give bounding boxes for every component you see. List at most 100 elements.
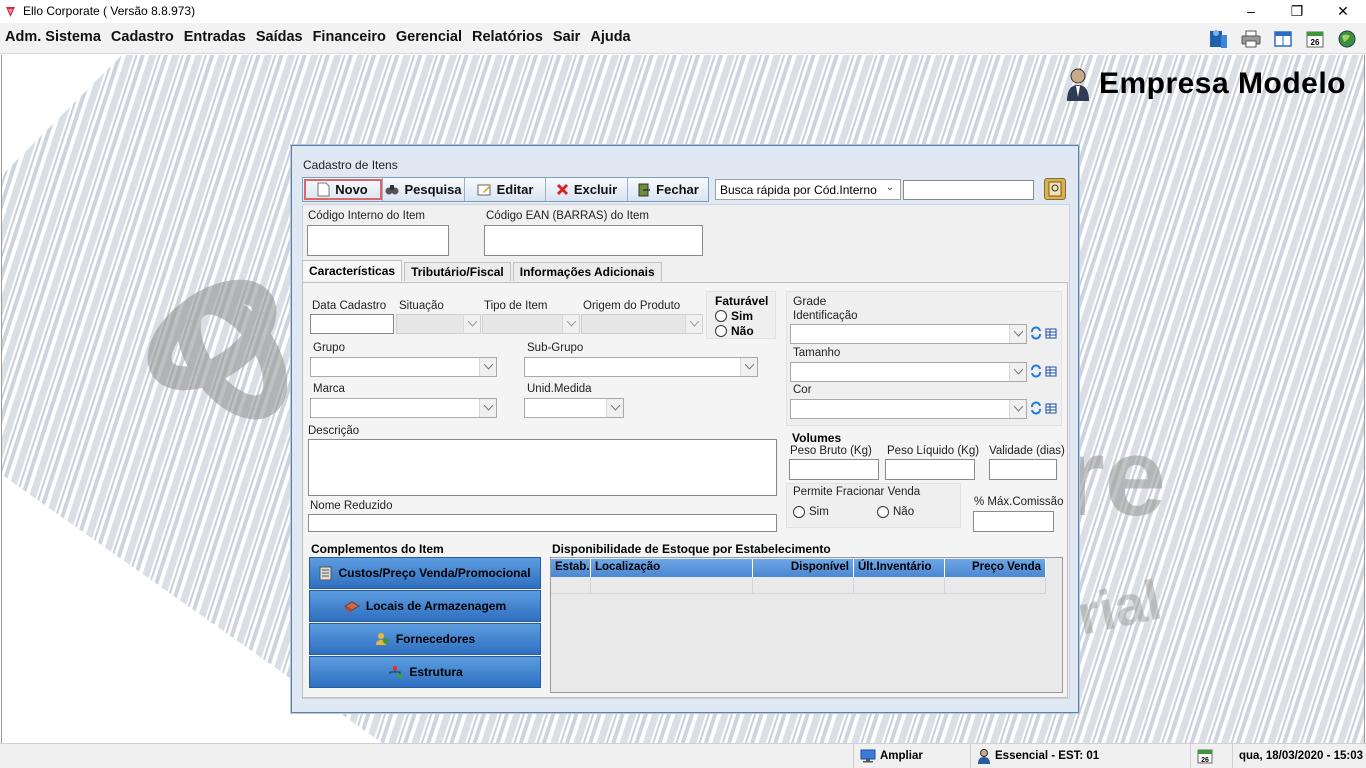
nome-reduzido-label: Nome Reduzido: [310, 500, 393, 512]
estoque-grid[interactable]: Estab. Localização Disponível Últ.Invent…: [550, 557, 1063, 693]
storage-box-icon: [343, 600, 360, 613]
col-ult-inventario[interactable]: Últ.Inventário: [854, 559, 945, 577]
tab-informacoes-adicionais[interactable]: Informações Adicionais: [512, 262, 662, 281]
refresh-cor-icon[interactable]: [1030, 401, 1042, 415]
estrutura-button[interactable]: Estrutura: [309, 656, 541, 688]
datetime-status: qua, 18/03/2020 - 15:03: [1232, 744, 1366, 768]
codigo-ean-input[interactable]: [484, 225, 703, 256]
minimize-button[interactable]: –: [1228, 0, 1274, 23]
tipo-item-label: Tipo de Item: [484, 300, 548, 312]
user-tool-icon[interactable]: [1206, 26, 1231, 52]
col-preco-venda[interactable]: Preço Venda: [945, 559, 1046, 577]
peso-bruto-input[interactable]: [789, 459, 879, 480]
refresh-tamanho-icon[interactable]: [1030, 364, 1042, 378]
novo-label: Novo: [335, 182, 368, 197]
codigo-ean-label: Código EAN (BARRAS) do Item: [486, 210, 649, 222]
refresh-identificacao-icon[interactable]: [1030, 326, 1042, 340]
novo-button[interactable]: Novo: [303, 178, 383, 201]
complementos-title: Complementos do Item: [311, 542, 444, 556]
pesquisa-button[interactable]: Pesquisa: [383, 178, 465, 201]
globe-icon[interactable]: [1334, 26, 1359, 52]
fracionar-nao-label: Não: [893, 506, 915, 518]
marca-select[interactable]: [310, 398, 497, 418]
close-button[interactable]: ✕: [1320, 0, 1366, 23]
unid-medida-select[interactable]: [524, 398, 624, 418]
col-estab[interactable]: Estab.: [551, 559, 591, 577]
chevron-down-icon: [483, 364, 493, 370]
dialog-title: Cadastro de Itens: [303, 158, 398, 172]
menu-adm-sistema[interactable]: Adm. Sistema: [0, 28, 106, 48]
peso-bruto-label: Peso Bruto (Kg): [790, 445, 872, 457]
quick-search-input[interactable]: [903, 180, 1034, 200]
grupo-select[interactable]: [310, 357, 497, 377]
menu-sair[interactable]: Sair: [548, 28, 585, 48]
validade-input[interactable]: [989, 459, 1057, 480]
edit-identificacao-icon[interactable]: [1045, 327, 1059, 339]
faturavel-nao-radio[interactable]: [715, 325, 727, 337]
table-row[interactable]: [551, 578, 1046, 594]
codigo-interno-input[interactable]: [307, 225, 449, 256]
delete-x-icon: [556, 183, 568, 196]
origem-produto-select[interactable]: [581, 314, 703, 334]
descricao-label: Descrição: [308, 425, 360, 437]
col-disponivel[interactable]: Disponível: [753, 559, 854, 577]
structure-tree-icon: [388, 666, 403, 678]
chevron-down-icon: [566, 321, 576, 327]
tab-tributario-fiscal[interactable]: Tributário/Fiscal: [404, 262, 511, 281]
nome-reduzido-input[interactable]: [308, 514, 777, 532]
menu-relatorios[interactable]: Relatórios: [467, 28, 548, 48]
situacao-label: Situação: [399, 300, 444, 312]
calendar-icon[interactable]: 26: [1302, 26, 1327, 52]
editar-button[interactable]: Editar: [465, 178, 546, 201]
window-layout-icon[interactable]: [1270, 26, 1295, 52]
col-localizacao[interactable]: Localização: [591, 559, 753, 577]
tamanho-label: Tamanho: [793, 347, 841, 359]
calendar-status-icon[interactable]: 26: [1190, 744, 1226, 768]
status-bar: Ampliar Essencial - EST: 01 26 qua, 18/0…: [0, 743, 1366, 768]
menu-ajuda[interactable]: Ajuda: [585, 28, 635, 48]
peso-liquido-input[interactable]: [885, 459, 975, 480]
menu-financeiro[interactable]: Financeiro: [308, 28, 391, 48]
data-cadastro-label: Data Cadastro: [312, 300, 387, 312]
locais-armazenagem-button[interactable]: Locais de Armazenagem: [309, 590, 541, 622]
edit-cor-icon[interactable]: [1045, 402, 1059, 414]
menu-entradas[interactable]: Entradas: [179, 28, 251, 48]
menu-gerencial[interactable]: Gerencial: [391, 28, 467, 48]
tamanho-select[interactable]: [790, 362, 1027, 382]
address-book-icon[interactable]: [1044, 178, 1066, 200]
menu-cadastro[interactable]: Cadastro: [106, 28, 179, 48]
max-comissao-input[interactable]: [973, 511, 1054, 532]
fornecedores-button[interactable]: Fornecedores: [309, 623, 541, 655]
maximize-button[interactable]: ❐: [1274, 0, 1320, 23]
peso-liquido-label: Peso Líquido (Kg): [887, 445, 980, 457]
excluir-button[interactable]: Excluir: [546, 178, 628, 201]
company-name: Empresa Modelo: [1098, 67, 1346, 100]
identificacao-select[interactable]: [790, 324, 1027, 344]
menu-saidas[interactable]: Saídas: [251, 28, 308, 48]
tipo-item-select[interactable]: [482, 314, 580, 334]
sub-grupo-label: Sub-Grupo: [527, 342, 584, 354]
fracionar-sim-radio[interactable]: [793, 506, 805, 518]
fracionar-nao-radio[interactable]: [877, 506, 889, 518]
faturavel-sim-radio[interactable]: [715, 310, 727, 322]
ampliar-button[interactable]: Ampliar: [853, 744, 957, 768]
table-cell: [753, 578, 854, 593]
ampliar-label: Ampliar: [880, 750, 923, 762]
fechar-button[interactable]: Fechar: [628, 178, 708, 201]
custos-label: Custos/Preço Venda/Promocional: [338, 566, 531, 580]
print-icon[interactable]: [1238, 26, 1263, 52]
estrutura-label: Estrutura: [409, 665, 463, 679]
table-cell: [551, 578, 591, 593]
user-icon: [978, 749, 990, 764]
cor-select[interactable]: [790, 399, 1027, 419]
descricao-textarea[interactable]: [308, 439, 777, 496]
edit-tamanho-icon[interactable]: [1045, 365, 1059, 377]
table-cell: [854, 578, 945, 593]
data-cadastro-input[interactable]: [310, 314, 394, 334]
custos-preco-venda-button[interactable]: Custos/Preço Venda/Promocional: [309, 557, 541, 589]
quick-search-select[interactable]: Busca rápida por Cód.Interno ⌄: [715, 179, 901, 200]
tab-caracteristicas[interactable]: Características: [302, 260, 403, 281]
sub-grupo-select[interactable]: [524, 357, 758, 377]
chevron-down-icon: [689, 321, 699, 327]
situacao-select[interactable]: [396, 314, 481, 334]
